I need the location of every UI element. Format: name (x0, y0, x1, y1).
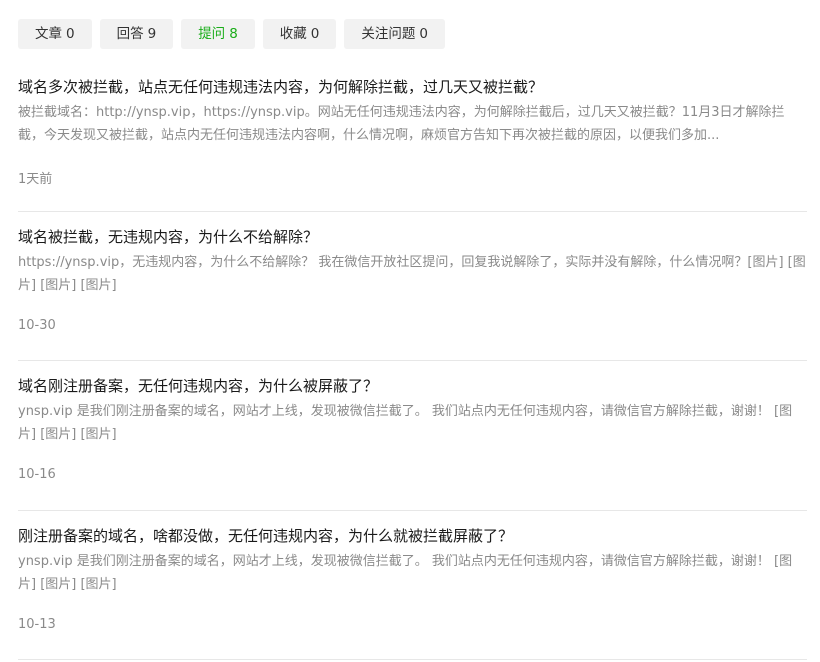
tab-label: 提问 (198, 26, 226, 42)
question-summary: https://ynsp.vip，无违规内容，为什么不给解除？ 我在微信开放社区… (18, 254, 806, 293)
tab-label: 收藏 (279, 26, 307, 42)
question-title-link[interactable]: 域名多次被拦截，站点无任何违规违法内容，为何解除拦截，过几天又被拦截？ (18, 76, 807, 97)
question-title-link[interactable]: 刚注册备案的域名，啥都没做，无任何违规内容，为什么就被拦截屏蔽了？ (18, 525, 807, 546)
tab-count: 8 (229, 26, 238, 42)
question-date: 10-30 (18, 317, 56, 333)
tab-label: 文章 (35, 26, 62, 42)
tab-count: 0 (419, 26, 428, 42)
question-summary: 被拦截域名：http://ynsp.vip，https://ynsp.vip。网… (18, 105, 785, 143)
question-date: 10-16 (18, 467, 56, 482)
tab-followed-questions[interactable]: 关注问题 0 (344, 19, 445, 49)
list-item: 域名被拦截，无违规内容，为什么不给解除？ https://ynsp.vip，无违… (18, 212, 807, 361)
tab-articles[interactable]: 文章 0 (18, 19, 92, 49)
question-summary: ynsp.vip 是我们刚注册备案的域名，网站才上线，发现被微信拦截了。 我们站… (18, 553, 793, 592)
tab-count: 0 (310, 26, 320, 42)
tab-label: 回答 (116, 26, 144, 42)
profile-tabs: 文章 0 回答 9 提问 8 收藏 0 关注问题 0 (18, 19, 445, 49)
tab-questions[interactable]: 提问 8 (181, 19, 255, 49)
tab-count: 0 (66, 26, 75, 42)
question-list: 域名多次被拦截，站点无任何违规违法内容，为何解除拦截，过几天又被拦截？ 被拦截域… (18, 62, 807, 660)
tab-favorites[interactable]: 收藏 0 (262, 19, 337, 49)
list-item: 刚注册备案的域名，啥都没做，无任何违规内容，为什么就被拦截屏蔽了？ ynsp.v… (18, 511, 807, 660)
tab-answers[interactable]: 回答 9 (99, 19, 174, 49)
question-date: 1天前 (18, 172, 53, 187)
question-title-link[interactable]: 域名刚注册备案，无任何违规内容，为什么被屏蔽了？ (18, 375, 807, 396)
list-item: 域名刚注册备案，无任何违规内容，为什么被屏蔽了？ ynsp.vip 是我们刚注册… (18, 361, 807, 511)
question-date: 10-13 (18, 616, 56, 632)
question-title-link[interactable]: 域名被拦截，无违规内容，为什么不给解除？ (18, 226, 807, 247)
tab-label: 关注问题 (361, 26, 416, 42)
tab-count: 9 (147, 26, 157, 42)
list-item: 域名多次被拦截，站点无任何违规违法内容，为何解除拦截，过几天又被拦截？ 被拦截域… (18, 62, 807, 212)
question-summary: ynsp.vip 是我们刚注册备案的域名，网站才上线，发现被微信拦截了。 我们站… (18, 404, 793, 442)
